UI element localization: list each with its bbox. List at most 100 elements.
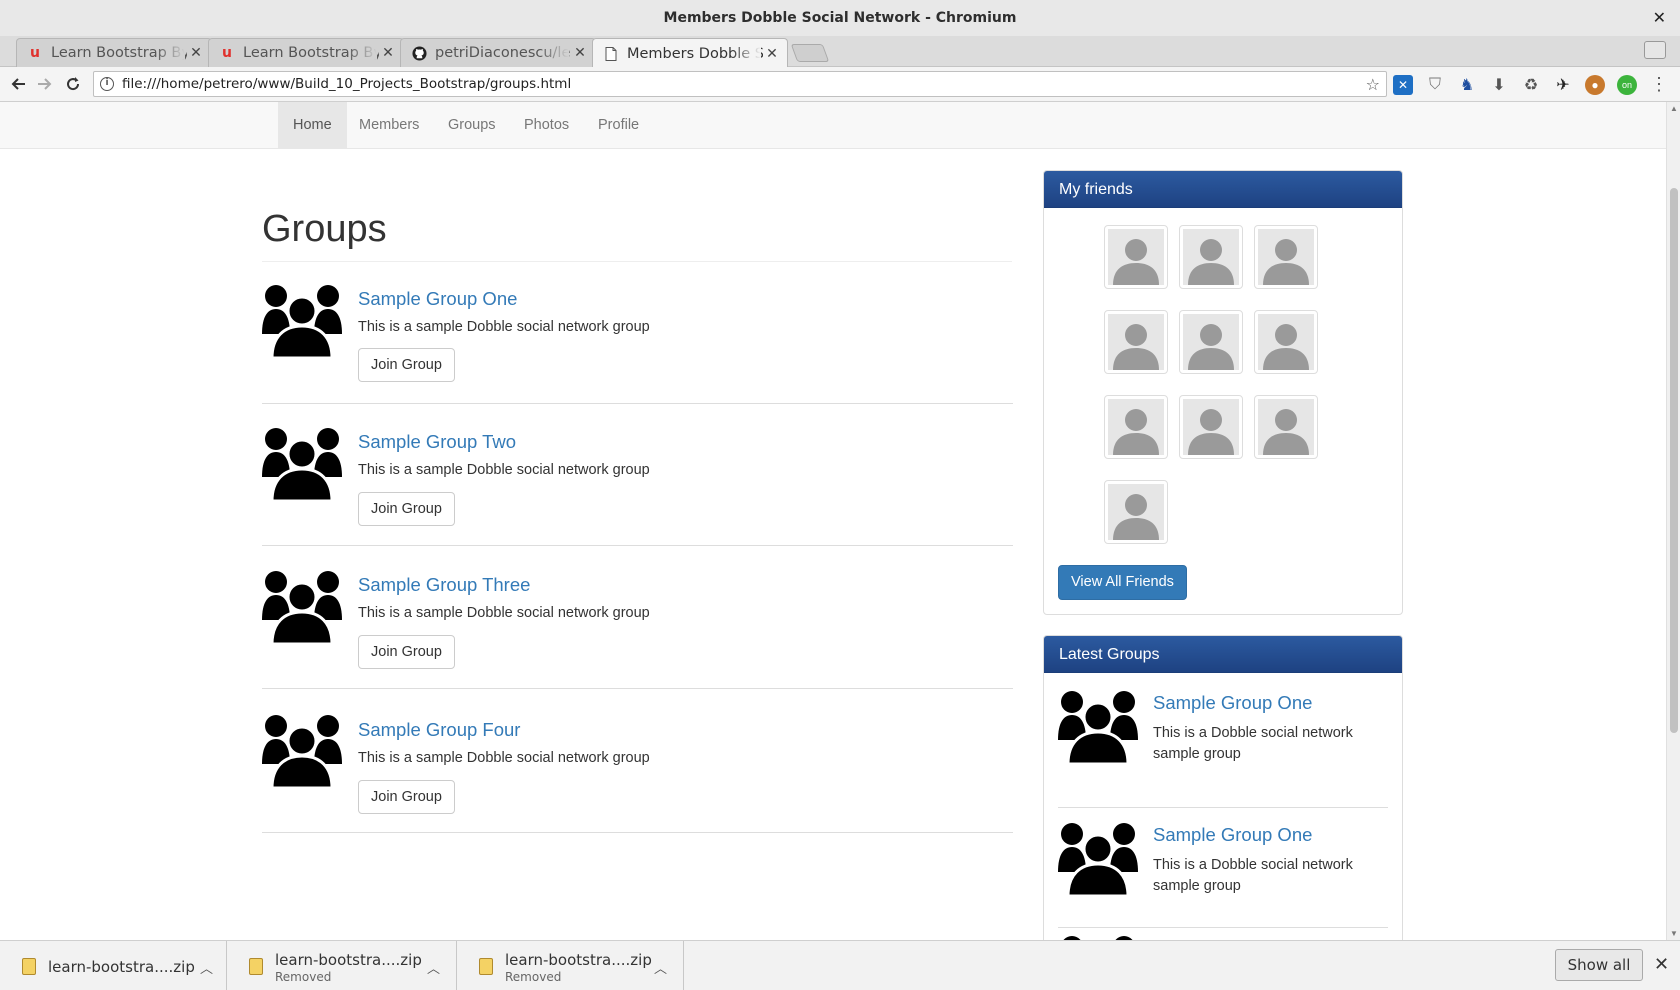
nav-profile[interactable]: Profile	[583, 102, 654, 148]
extension-icon[interactable]: ✈	[1553, 75, 1573, 95]
group-row: Sample Group Four This is a sample Dobbl…	[262, 689, 1013, 833]
download-item[interactable]: learn-bootstra....zip Removed ︿	[227, 941, 457, 990]
latest-group-item: Sample Group One This is a Dobble social…	[1058, 688, 1388, 808]
nav-home[interactable]: Home	[278, 102, 347, 148]
zip-file-icon	[22, 958, 36, 975]
extension-icon[interactable]: ✕	[1393, 75, 1413, 95]
window-titlebar: Members Dobble Social Network - Chromium…	[0, 0, 1680, 36]
extension-icon[interactable]: ●	[1585, 75, 1605, 95]
user-silhouette-icon	[1108, 399, 1164, 455]
close-icon[interactable]: ✕	[1654, 954, 1669, 975]
recycle-icon[interactable]: ♻	[1521, 75, 1541, 95]
group-icon	[1058, 691, 1138, 764]
zip-file-icon	[479, 958, 493, 975]
browser-tab[interactable]: u Learn Bootstrap By ✕	[208, 38, 404, 67]
join-group-button[interactable]: Join Group	[358, 348, 455, 382]
download-item[interactable]: learn-bootstra....zip ︿	[0, 941, 227, 990]
chevron-up-icon[interactable]: ︿	[200, 958, 213, 977]
menu-icon[interactable]: ⋮	[1650, 74, 1668, 95]
info-icon[interactable]: i	[100, 77, 114, 91]
user-silhouette-icon	[1183, 399, 1239, 455]
download-status: Removed	[505, 970, 562, 984]
zip-file-icon	[249, 958, 263, 975]
download-filename: learn-bootstra....zip	[48, 958, 195, 976]
tab-close-icon[interactable]: ✕	[379, 45, 397, 61]
download-filename: learn-bootstra....zip	[505, 951, 652, 969]
page-header: Groups	[262, 207, 1012, 262]
browser-tab[interactable]: petriDiaconescu/lea ✕	[400, 38, 596, 67]
browser-tab-active[interactable]: Members Dobble Sc ✕	[592, 38, 788, 68]
tab-strip: u Learn Bootstrap By ✕ u Learn Bootstrap…	[0, 36, 1680, 68]
group-title-link[interactable]: Sample Group Four	[358, 719, 520, 741]
friend-avatar[interactable]	[1254, 395, 1318, 459]
group-icon	[262, 285, 342, 358]
group-title-link[interactable]: Sample Group Three	[358, 574, 530, 596]
friend-avatar[interactable]	[1104, 310, 1168, 374]
nav-members[interactable]: Members	[344, 102, 434, 148]
scrollbar-thumb[interactable]	[1670, 188, 1678, 733]
friend-avatar[interactable]	[1254, 225, 1318, 289]
forward-icon[interactable]	[34, 73, 56, 95]
user-silhouette-icon	[1108, 484, 1164, 540]
site-navbar: Home Members Groups Photos Profile	[0, 102, 1666, 149]
friend-avatar[interactable]	[1179, 225, 1243, 289]
back-icon[interactable]	[7, 73, 29, 95]
friend-avatar[interactable]	[1104, 480, 1168, 544]
friend-avatar[interactable]	[1104, 395, 1168, 459]
group-title-link[interactable]: Sample Group One	[358, 288, 517, 310]
latest-group-title-link[interactable]: Sample Group One	[1153, 692, 1312, 714]
scroll-up-icon[interactable]: ▲	[1669, 104, 1679, 113]
page-icon	[603, 46, 619, 62]
show-all-downloads-button[interactable]: Show all	[1555, 949, 1643, 981]
download-item[interactable]: learn-bootstra....zip Removed ︿	[457, 941, 684, 990]
group-title-link[interactable]: Sample Group Two	[358, 431, 516, 453]
friend-avatar[interactable]	[1179, 395, 1243, 459]
scroll-down-icon[interactable]: ▼	[1669, 929, 1679, 938]
browser-tab[interactable]: u Learn Bootstrap By ✕	[16, 38, 212, 67]
user-silhouette-icon	[1258, 229, 1314, 285]
extension-icon[interactable]: ♞	[1457, 75, 1477, 95]
join-group-button[interactable]: Join Group	[358, 635, 455, 669]
group-description: This is a sample Dobble social network g…	[358, 605, 650, 621]
udemy-icon: u	[30, 45, 40, 61]
join-group-button[interactable]: Join Group	[358, 492, 455, 526]
user-silhouette-icon	[1183, 314, 1239, 370]
view-all-friends-button[interactable]: View All Friends	[1058, 565, 1187, 600]
friend-avatar[interactable]	[1254, 310, 1318, 374]
github-icon	[411, 45, 427, 61]
udemy-icon: u	[222, 45, 232, 61]
page-scrollbar[interactable]: ▲ ▼	[1666, 102, 1680, 940]
shield-icon[interactable]: ⛉	[1425, 75, 1445, 95]
reload-icon[interactable]	[62, 73, 84, 95]
group-description: This is a sample Dobble social network g…	[358, 750, 650, 766]
window-title: Members Dobble Social Network - Chromium	[663, 10, 1017, 26]
extension-icon[interactable]: on	[1617, 75, 1637, 95]
profile-icon[interactable]	[1644, 41, 1666, 59]
address-bar[interactable]: i file:///home/petrero/www/Build_10_Proj…	[93, 71, 1387, 97]
user-silhouette-icon	[1108, 314, 1164, 370]
url-text: file:///home/petrero/www/Build_10_Projec…	[122, 76, 572, 92]
download-filename: learn-bootstra....zip	[275, 951, 422, 969]
tab-close-icon[interactable]: ✕	[187, 45, 205, 61]
chevron-up-icon[interactable]: ︿	[654, 958, 667, 977]
join-group-button[interactable]: Join Group	[358, 780, 455, 814]
download-icon[interactable]: ⬇	[1489, 75, 1509, 95]
tab-close-icon[interactable]: ✕	[571, 45, 589, 61]
new-tab-button[interactable]	[790, 44, 830, 62]
friend-avatar[interactable]	[1104, 225, 1168, 289]
chevron-up-icon[interactable]: ︿	[427, 958, 440, 977]
latest-groups-panel: Latest Groups Sample Group One This is a…	[1043, 635, 1403, 940]
nav-groups[interactable]: Groups	[433, 102, 511, 148]
latest-group-title-link[interactable]: Sample Group One	[1153, 824, 1312, 846]
group-icon	[1063, 936, 1133, 940]
group-row: Sample Group Three This is a sample Dobb…	[262, 546, 1013, 689]
latest-group-description: This is a Dobble social network sample g…	[1153, 857, 1353, 894]
extension-icons: ✕ ⛉ ♞ ⬇ ♻ ✈ ● on	[1393, 75, 1637, 95]
window-close-icon[interactable]: ✕	[1653, 0, 1666, 36]
latest-group-description: This is a Dobble social network sample g…	[1153, 725, 1353, 762]
bookmark-star-icon[interactable]: ☆	[1366, 75, 1380, 94]
nav-photos[interactable]: Photos	[509, 102, 584, 148]
friend-avatar[interactable]	[1179, 310, 1243, 374]
tab-close-icon[interactable]: ✕	[763, 46, 781, 62]
download-shelf: learn-bootstra....zip ︿ learn-bootstra..…	[0, 940, 1680, 990]
